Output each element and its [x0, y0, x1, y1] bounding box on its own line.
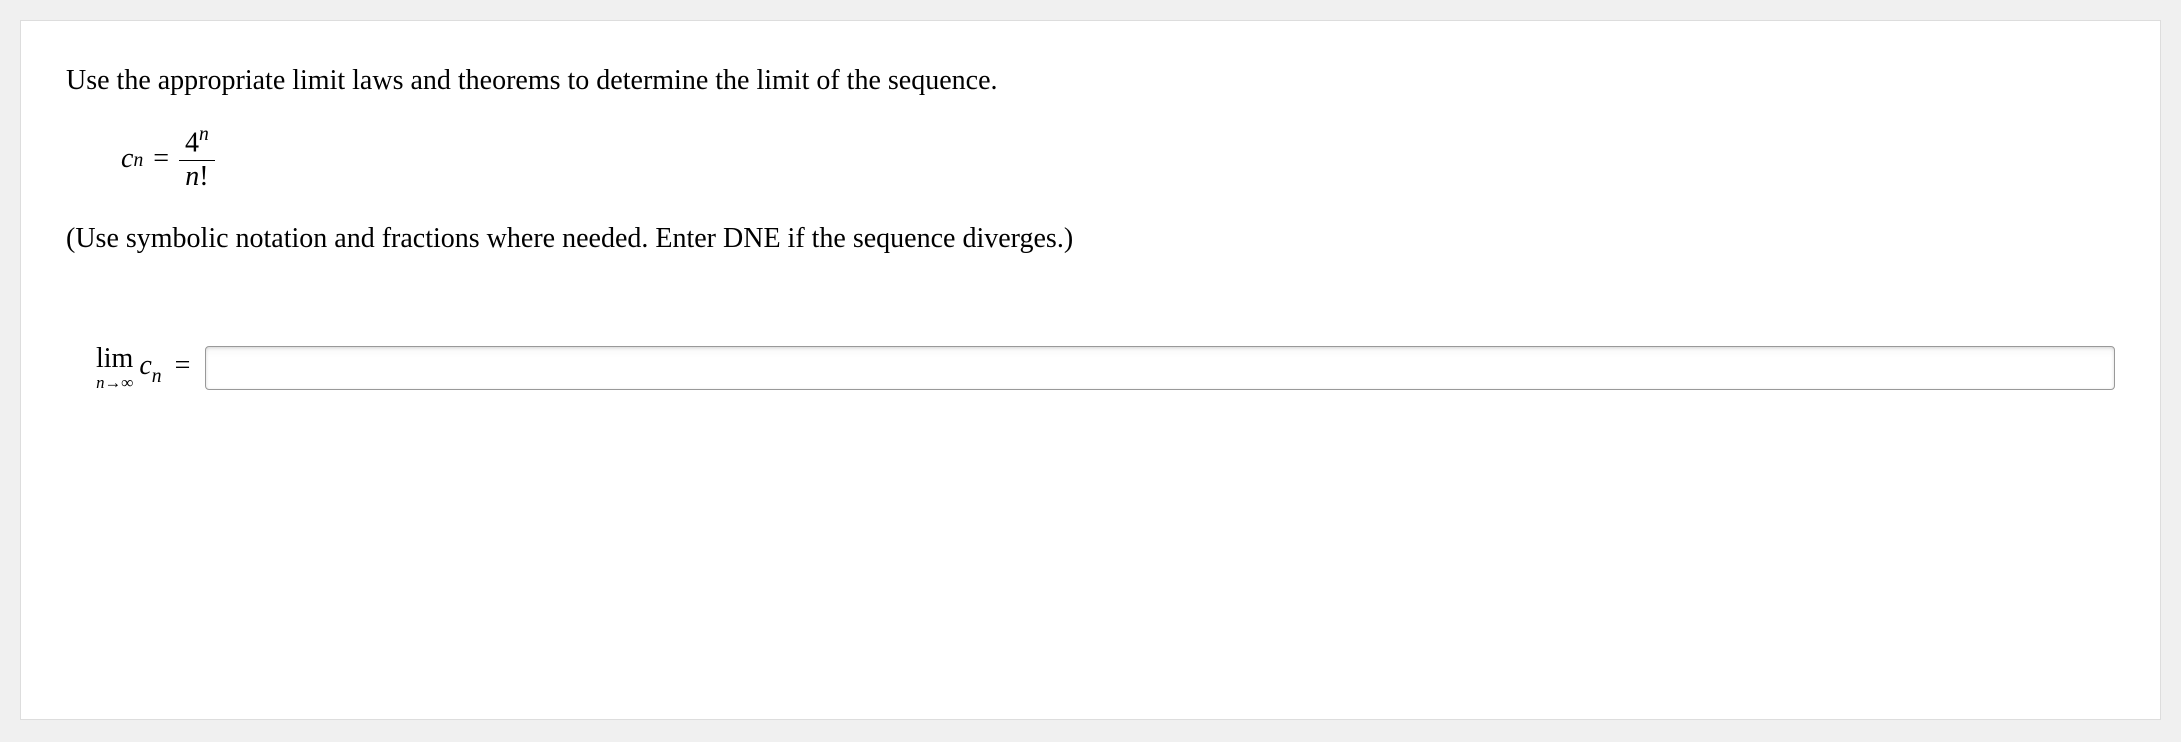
answer-var: c [139, 350, 151, 381]
answer-var-sub: n [152, 366, 162, 387]
formula-lhs-var: c [121, 143, 133, 175]
answer-row: lim n→∞ cn = [96, 345, 2115, 392]
input-hint: (Use symbolic notation and fractions whe… [66, 223, 2115, 255]
limit-subscript: n→∞ [96, 375, 133, 392]
denominator-var: n [185, 161, 199, 192]
numerator-base: 4 [185, 128, 199, 159]
question-container: Use the appropriate limit laws and theor… [20, 20, 2161, 720]
answer-input[interactable] [205, 346, 2115, 390]
limit-stack: lim n→∞ [96, 345, 133, 392]
limit-sequence-var: cn = [139, 350, 190, 387]
limit-label: lim [96, 345, 133, 373]
answer-equals: = [175, 350, 191, 381]
formula-fraction: 4n n! [179, 125, 215, 192]
question-prompt: Use the appropriate limit laws and theor… [66, 61, 2115, 100]
formula-definition: cn = 4n n! [121, 125, 2115, 192]
limit-expression: lim n→∞ cn = [96, 345, 190, 392]
formula-equals: = [153, 143, 169, 175]
formula-denominator: n! [179, 160, 214, 193]
denominator-factorial: ! [199, 161, 208, 192]
numerator-exponent: n [199, 124, 209, 145]
formula-lhs-sub: n [133, 150, 143, 172]
formula-numerator: 4n [179, 125, 215, 159]
